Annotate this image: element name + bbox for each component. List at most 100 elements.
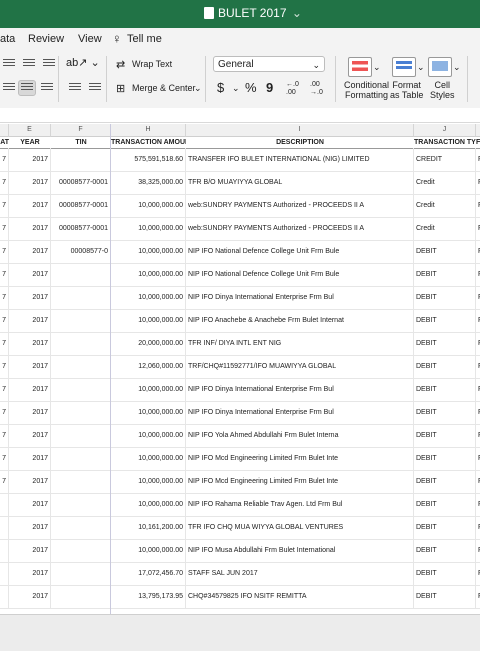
cell-amount[interactable]: 13,795,173.95	[111, 585, 186, 608]
formula-bar[interactable]	[0, 108, 480, 123]
cell-year[interactable]: 2017	[9, 286, 51, 309]
table-row[interactable]: 7 2017 10,000,000.00 NIP IFO Mcd Engineerin…	[0, 470, 480, 494]
cell-desc[interactable]: NIP IFO Dinya International Enterprise F…	[186, 401, 414, 424]
merge-dropdown-icon[interactable]: ⌄	[194, 83, 202, 94]
cell-type[interactable]: DEBIT	[414, 424, 476, 447]
cell-a[interactable]: 7	[0, 332, 9, 355]
column-header-d[interactable]	[0, 124, 9, 137]
cell-type[interactable]: DEBIT	[414, 332, 476, 355]
cell-type[interactable]: DEBIT	[414, 240, 476, 263]
column-header-k[interactable]	[476, 124, 480, 137]
table-row[interactable]: 7 2017 10,000,000.00 NIP IFO Anachebe & Ana…	[0, 309, 480, 333]
cell-year[interactable]: 2017	[9, 470, 51, 493]
cell-year[interactable]: 2017	[9, 263, 51, 286]
cell-desc[interactable]: NIP IFO Mcd Engineering Limited Frm Bule…	[186, 447, 414, 470]
cell-a[interactable]: 7	[0, 217, 9, 240]
cell-amount[interactable]: 10,000,000.00	[111, 539, 186, 562]
decrease-indent-button[interactable]	[66, 80, 84, 96]
table-row[interactable]: 7 2017 10,000,000.00 NIP IFO National Defen…	[0, 263, 480, 287]
table-row[interactable]: 2017 10,000,000.00 NIP IFO Rahama Reliable…	[0, 493, 480, 517]
cell-tin[interactable]	[51, 309, 111, 332]
cell-year[interactable]: 2017	[9, 355, 51, 378]
cell-f[interactable]: F	[476, 562, 480, 585]
cell-f[interactable]: F	[476, 493, 480, 516]
cell-amount[interactable]: 10,000,000.00	[111, 447, 186, 470]
cell-a[interactable]: 7	[0, 447, 9, 470]
cell-type[interactable]: DEBIT	[414, 493, 476, 516]
cell-f[interactable]: F	[476, 171, 480, 194]
cell-amount[interactable]: 10,000,000.00	[111, 424, 186, 447]
cell-tin[interactable]	[51, 355, 111, 378]
align-center-button[interactable]	[18, 80, 36, 96]
conditional-formatting-button[interactable]: Conditional Formatting	[344, 80, 389, 100]
align-top-button[interactable]	[0, 56, 18, 72]
cell-year[interactable]: 2017	[9, 332, 51, 355]
table-row[interactable]: 2017 13,795,173.95 CHQ#34579825 IFO NSITF …	[0, 585, 480, 609]
cell-a[interactable]: 7	[0, 171, 9, 194]
cell-f[interactable]: F	[476, 263, 480, 286]
cell-desc[interactable]: NIP IFO Musa Abdullahi Frm Bulet Interna…	[186, 539, 414, 562]
cell-type[interactable]: DEBIT	[414, 516, 476, 539]
cell-year[interactable]: 2017	[9, 401, 51, 424]
table-row[interactable]: 7 2017 20,000,000.00 TFR INF/ DIYA INTL ENT…	[0, 332, 480, 356]
cell-desc[interactable]: web:SUNDRY PAYMENTS Authorized - PROCEED…	[186, 217, 414, 240]
cell-desc[interactable]: TFR INF/ DIYA INTL ENT NIG	[186, 332, 414, 355]
table-row[interactable]: 7 2017 00008577-0001 10,000,000.00 web:SUNDR…	[0, 217, 480, 241]
column-header-e[interactable]: E	[9, 124, 51, 137]
cell-amount[interactable]: 10,000,000.00	[111, 401, 186, 424]
table-row[interactable]: 2017 10,161,200.00 TFR IFO CHQ MUA WIYYA G…	[0, 516, 480, 540]
cell-a[interactable]	[0, 585, 9, 608]
table-row[interactable]: 7 2017 00008577-0001 10,000,000.00 web:SUNDR…	[0, 194, 480, 218]
cell-year[interactable]: 2017	[9, 148, 51, 171]
cell-desc[interactable]: TFR IFO CHQ MUA WIYYA GLOBAL VENTURES	[186, 516, 414, 539]
wrap-text-button[interactable]: Wrap Text	[132, 59, 172, 69]
tab-data[interactable]: ata	[0, 33, 15, 45]
cell-amount[interactable]: 10,000,000.00	[111, 194, 186, 217]
cell-desc[interactable]: NIP IFO Rahama Reliable Trav Agen. Ltd F…	[186, 493, 414, 516]
cell-year[interactable]: 2017	[9, 171, 51, 194]
cell-amount[interactable]: 17,072,456.70	[111, 562, 186, 585]
cell-type[interactable]: DEBIT	[414, 447, 476, 470]
cell-type[interactable]: DEBIT	[414, 286, 476, 309]
cell-a[interactable]	[0, 539, 9, 562]
cell-year[interactable]: 2017	[9, 194, 51, 217]
cell-desc[interactable]: NIP IFO Mcd Engineering Limited Frm Bule…	[186, 470, 414, 493]
align-bottom-button[interactable]	[40, 56, 58, 72]
cell-tin[interactable]: 00008577-0	[51, 240, 111, 263]
align-right-button[interactable]	[38, 80, 56, 96]
cell-a[interactable]: 7	[0, 240, 9, 263]
cell-year[interactable]: 2017	[9, 516, 51, 539]
cell-tin[interactable]	[51, 424, 111, 447]
cell-f[interactable]: F	[476, 424, 480, 447]
cell-f[interactable]: F	[476, 286, 480, 309]
cell-type[interactable]: DEBIT	[414, 562, 476, 585]
table-row[interactable]: 7 2017 10,000,000.00 NIP IFO Dinya Internat…	[0, 378, 480, 402]
cell-desc[interactable]: NIP IFO National Defence College Unit Fr…	[186, 263, 414, 286]
cell-type[interactable]: DEBIT	[414, 263, 476, 286]
cell-f[interactable]: F	[476, 240, 480, 263]
cell-year[interactable]: 2017	[9, 562, 51, 585]
cell-type[interactable]: CREDIT	[414, 148, 476, 171]
title-caret-icon[interactable]: ⌄	[292, 6, 302, 20]
cell-desc[interactable]: NIP IFO Dinya International Enterprise F…	[186, 378, 414, 401]
cell-amount[interactable]: 10,000,000.00	[111, 217, 186, 240]
cell-tin[interactable]: 00008577-0001	[51, 171, 111, 194]
column-header-j[interactable]: J	[414, 124, 476, 137]
align-middle-button[interactable]	[20, 56, 38, 72]
cell-year[interactable]: 2017	[9, 217, 51, 240]
cell-amount[interactable]: 38,325,000.00	[111, 171, 186, 194]
cell-styles-button[interactable]: Cell Styles	[430, 80, 455, 100]
increase-decimal-button[interactable]: ←.0 .00	[286, 81, 299, 97]
cell-type[interactable]: Credit	[414, 194, 476, 217]
cell-f[interactable]: F	[476, 401, 480, 424]
increase-indent-button[interactable]	[86, 80, 104, 96]
cell-year[interactable]: 2017	[9, 493, 51, 516]
cell-amount[interactable]: 575,591,518.60	[111, 148, 186, 171]
cell-tin[interactable]	[51, 470, 111, 493]
cell-tin[interactable]	[51, 332, 111, 355]
cell-f[interactable]: F	[476, 217, 480, 240]
cell-amount[interactable]: 10,000,000.00	[111, 309, 186, 332]
cell-year[interactable]: 2017	[9, 309, 51, 332]
cell-f[interactable]: F	[476, 194, 480, 217]
cell-desc[interactable]: TRANSFER IFO BULET INTERNATIONAL (NIG) L…	[186, 148, 414, 171]
